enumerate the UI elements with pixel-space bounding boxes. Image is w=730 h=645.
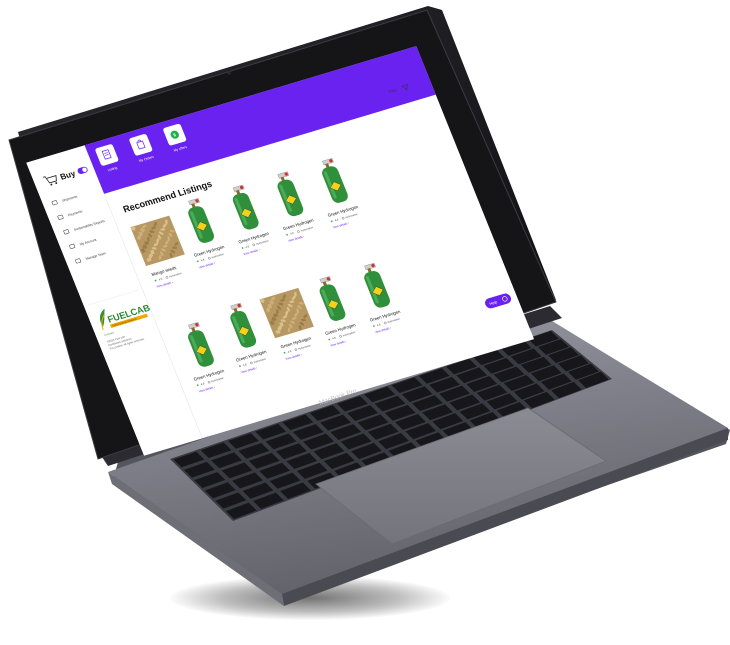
laptop-mockup: Filter ListingMy Orders$My offers Buy Sh… — [8, 6, 730, 606]
camera-dot — [227, 71, 231, 75]
